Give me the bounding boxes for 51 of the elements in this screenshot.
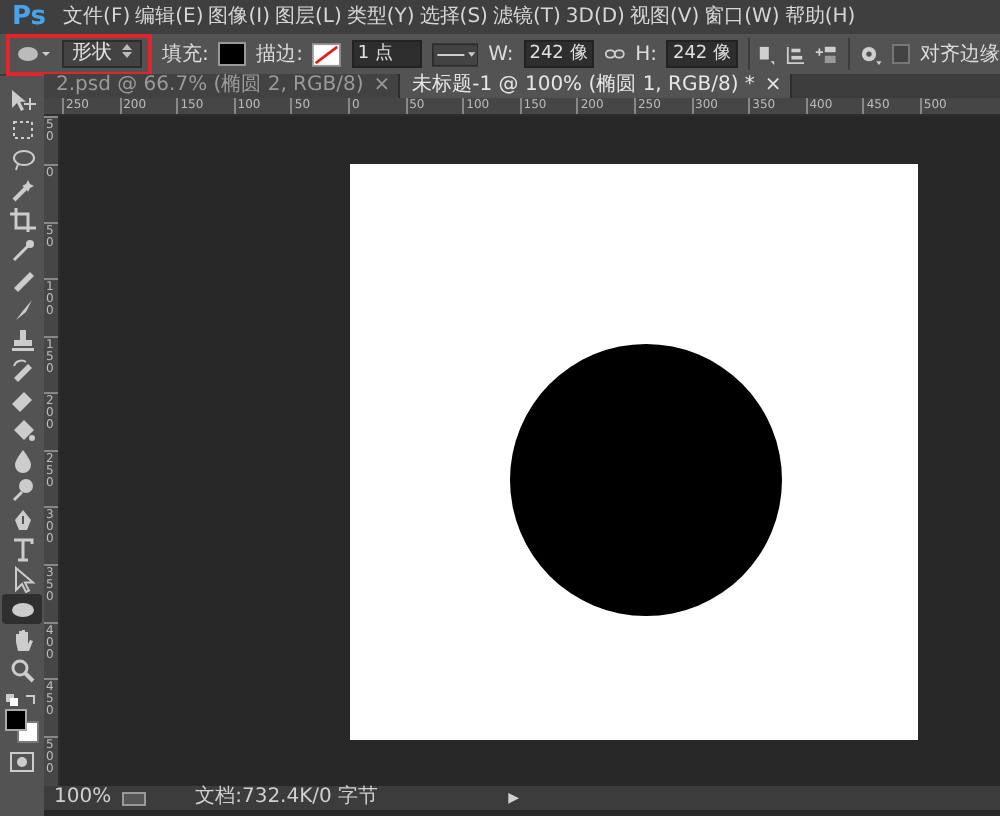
document-info-icon[interactable] <box>121 791 146 806</box>
width-field[interactable]: 242 像 <box>523 40 594 68</box>
stepper-icon <box>122 42 132 60</box>
menu-item[interactable]: 帮助(H) <box>784 0 856 34</box>
stroke-label: 描边: <box>256 41 303 69</box>
align-edges-label: 对齐边缘 <box>920 41 1000 69</box>
swap-colors-icon[interactable] <box>4 692 40 708</box>
menu-item[interactable]: 滤镜(T) <box>492 0 561 34</box>
fill-label: 填充: <box>162 41 209 69</box>
link-icon[interactable] <box>603 46 626 62</box>
move-icon <box>7 85 37 113</box>
stroke-width-field[interactable]: 1 点 <box>351 40 422 68</box>
ellipse-tool-icon[interactable] <box>16 44 52 64</box>
height-label: H: <box>635 41 657 69</box>
crop-icon <box>7 205 37 233</box>
menu-item[interactable]: 图层(L) <box>275 0 342 34</box>
menu-item[interactable]: 窗口(W) <box>704 0 780 34</box>
settings-icon[interactable] <box>860 43 882 65</box>
width-label: W: <box>488 41 514 69</box>
document-tab[interactable]: 未标题-1 @ 100% (椭圆 1, RGB/8) * × <box>400 74 792 98</box>
document-tab[interactable]: 2.psd @ 66.7% (椭圆 2, RGB/8) × <box>44 74 401 98</box>
menu-item[interactable]: 视图(V) <box>629 0 700 34</box>
height-field[interactable]: 242 像 <box>666 40 738 68</box>
close-tab-button[interactable]: × <box>373 74 391 98</box>
zoom-level: 100% <box>54 786 112 811</box>
lasso-icon <box>7 145 37 173</box>
menu-item[interactable]: 3D(D) <box>565 0 625 34</box>
menu-item[interactable]: 类型(Y) <box>346 0 415 34</box>
menu-item[interactable]: 图像(I) <box>208 0 270 34</box>
fill-swatch[interactable] <box>218 42 247 66</box>
document-info: 文档:732.4K/0 字节 <box>195 786 379 811</box>
color-swatches-icon[interactable] <box>4 708 40 744</box>
ellipse-tool-button[interactable] <box>2 594 42 624</box>
stroke-swatch[interactable] <box>312 41 342 67</box>
path-arrangement-icon[interactable] <box>814 42 839 66</box>
eyedropper-icon <box>7 235 37 263</box>
close-tab-button[interactable]: × <box>764 74 782 98</box>
line-style-dropdown[interactable] <box>431 41 479 67</box>
wand-icon <box>7 175 37 203</box>
mode-dropdown[interactable]: 形状 <box>62 40 142 68</box>
quick-mask-icon[interactable] <box>10 752 34 772</box>
app-logo: Ps <box>10 0 49 34</box>
menu-item[interactable]: 编辑(E) <box>135 0 204 34</box>
marquee-icon <box>7 115 37 143</box>
menu-item[interactable]: 文件(F) <box>63 0 131 34</box>
stamp-icon <box>7 325 37 353</box>
menu-item[interactable]: 选择(S) <box>419 0 488 34</box>
zoom-icon <box>7 655 37 683</box>
path-alignment-icon[interactable] <box>785 43 805 65</box>
path-operations-icon[interactable] <box>758 43 776 65</box>
align-edges-checkbox[interactable] <box>891 44 911 64</box>
